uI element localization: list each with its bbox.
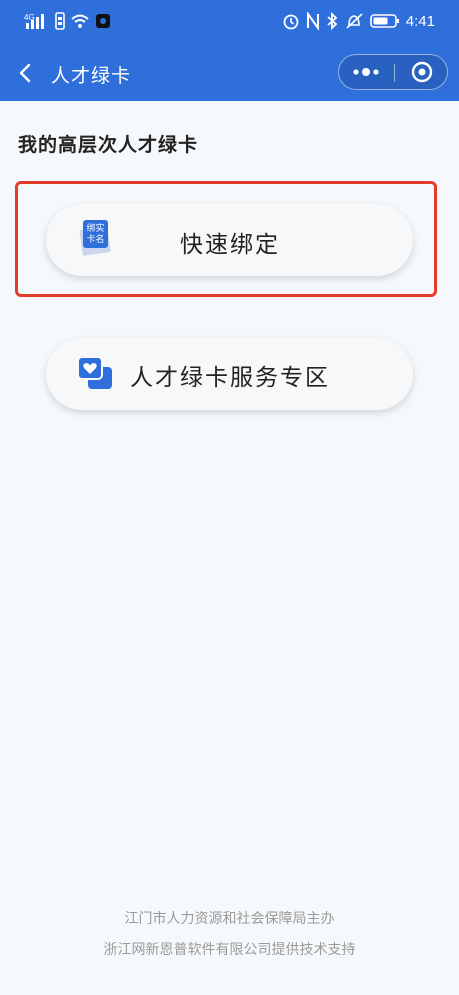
footer-support: 浙江网新恩普软件有限公司提供技术支持 (103, 942, 356, 958)
wifi-icon (71, 14, 89, 28)
footer-organizer: 江门市人力资源和社会保障局主办 (124, 911, 335, 927)
header: 4G 4:41 人才绿卡 (0, 0, 459, 101)
status-time: 4:41 (405, 12, 435, 30)
nfc-icon (306, 12, 319, 30)
bluetooth-icon (327, 12, 338, 30)
heart-cards-icon (77, 356, 112, 389)
sim-icon (55, 12, 65, 30)
battery-icon (369, 14, 399, 28)
page-title: 人才绿卡 (51, 65, 132, 87)
section-title: 我的高层次人才绿卡 (18, 134, 199, 156)
mute-icon (346, 13, 363, 29)
nav-bar: 人才绿卡 (0, 50, 459, 98)
more-dots-icon[interactable] (339, 55, 394, 89)
signal-icon: 4G (24, 13, 44, 29)
quick-bind-button[interactable]: 绑实 卡名 快速绑定 (46, 204, 413, 276)
status-right: 4:41 (282, 12, 435, 30)
status-bar: 4G 4:41 (0, 0, 459, 44)
mini-program-close-icon[interactable] (395, 55, 448, 89)
status-left: 4G (24, 12, 111, 30)
alarm-icon (283, 14, 299, 30)
app-notification-icon (96, 14, 110, 28)
realname-card-icon: 绑实 卡名 (79, 220, 111, 256)
card-icon-text-2: 卡名 (86, 233, 104, 245)
talent-card-service-label: 人才绿卡服务专区 (130, 365, 330, 391)
card-icon-text-1: 绑实 (86, 222, 104, 234)
quick-bind-label: 快速绑定 (180, 232, 280, 258)
mini-program-capsule (338, 54, 448, 90)
talent-card-service-button[interactable]: 人才绿卡服务专区 (46, 338, 413, 410)
chevron-left-icon[interactable] (14, 60, 38, 86)
